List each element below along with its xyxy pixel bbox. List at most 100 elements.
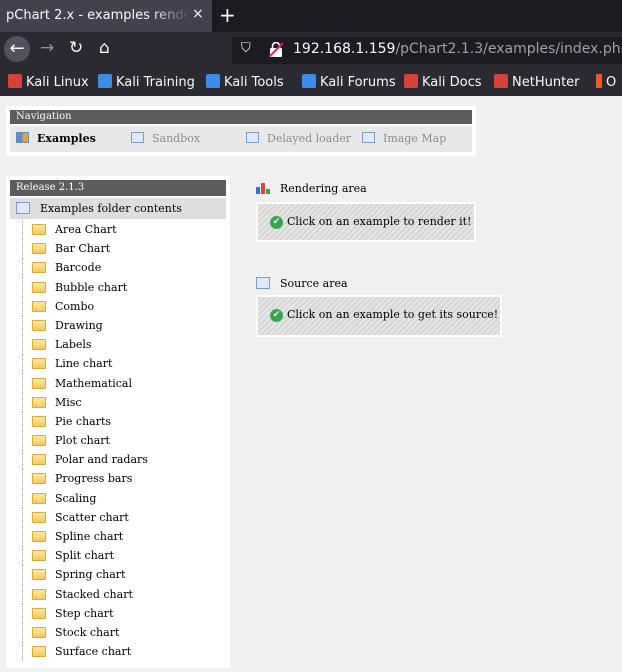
bookmark-kali-training[interactable]: Kali Training <box>98 74 195 90</box>
window-icon <box>362 132 375 143</box>
tree-item-label: Drawing <box>55 318 103 332</box>
new-tab-button[interactable]: + <box>219 3 236 27</box>
tree-item-label: Plot chart <box>55 434 110 448</box>
tree-item-label: Scaling <box>55 491 97 505</box>
rendering-area-label: Rendering area <box>256 182 367 195</box>
kali-forums-icon <box>302 74 316 88</box>
folder-icon <box>32 262 46 274</box>
tree-item-label: Surface chart <box>55 645 132 659</box>
tree-item-label: Bar Chart <box>55 242 111 256</box>
url-text: 192.168.1.159/pChart2.1.3/examples/index… <box>293 41 622 57</box>
tree-item[interactable]: Mathematical <box>10 373 226 393</box>
tree-item[interactable]: Stock chart <box>10 622 226 643</box>
tree-item-label: Progress bars <box>55 472 133 486</box>
folder-icon <box>32 377 46 389</box>
tree-item[interactable]: Misc <box>10 392 226 412</box>
release-header: Release 2.1.3 <box>10 180 226 196</box>
bookmark-kali-docs[interactable]: Kali Docs <box>404 74 482 90</box>
tree-item[interactable]: Drawing <box>10 315 226 336</box>
tree-item[interactable]: Surface chart <box>10 642 226 662</box>
tree-item[interactable]: Split chart <box>10 546 226 566</box>
source-area-label: Source area <box>256 277 348 290</box>
bookmark-kali-forums[interactable]: Kali Forums <box>302 74 396 90</box>
tree-item[interactable]: Area Chart <box>10 220 226 240</box>
tree-item-label: Line chart <box>55 357 113 371</box>
tree-item[interactable]: Plot chart <box>10 431 226 451</box>
bookmark-kali-tools[interactable]: Kali Tools <box>206 74 284 90</box>
folder-icon <box>32 454 46 466</box>
folder-icon <box>32 473 46 485</box>
nav-image-map[interactable]: Image Map <box>362 132 446 145</box>
folder-icon <box>32 626 46 638</box>
bookmarks-toolbar: Kali Linux Kali Training Kali Tools Kali… <box>0 68 622 96</box>
tree-item-label: Scatter chart <box>55 510 129 524</box>
tree-item[interactable]: Spline chart <box>10 527 226 547</box>
kali-dragon-icon <box>8 74 22 88</box>
tree-item[interactable]: Barcode <box>10 258 226 278</box>
folder-icon <box>32 531 46 542</box>
tree-item[interactable]: Line chart <box>10 354 226 374</box>
folder-icon <box>32 588 46 600</box>
tree-item[interactable]: Spring chart <box>10 565 226 585</box>
reload-icon[interactable]: ↻ <box>69 38 83 58</box>
tree-item[interactable]: Scaling <box>10 488 226 508</box>
nethunter-icon <box>494 74 508 88</box>
tab-pchart[interactable]: pChart 2.x - examples rendering × <box>0 0 212 32</box>
release-panel: Release 2.1.3 Examples folder contents A… <box>6 176 230 668</box>
tree-item-label: Split chart <box>55 549 115 563</box>
tree-item-label: Stacked chart <box>55 587 133 601</box>
tree-item[interactable]: Labels <box>10 335 226 355</box>
tree-item[interactable]: Bubble chart <box>10 277 226 297</box>
nav-sandbox[interactable]: Sandbox <box>131 132 200 145</box>
navigation-panel: Navigation Examples Sandbox Delayed load… <box>6 106 476 156</box>
back-arrow-icon[interactable]: ← <box>4 36 30 62</box>
kali-docs-icon <box>404 74 418 88</box>
tree-item[interactable]: Polar and radars <box>10 450 226 470</box>
page-content: Navigation Examples Sandbox Delayed load… <box>0 96 622 672</box>
tree-item-label: Step chart <box>55 606 114 620</box>
insecure-lock-icon[interactable] <box>269 42 283 57</box>
source-area-box: ✔ Click on an example to get its source! <box>256 295 502 337</box>
navigation-header: Navigation <box>10 110 472 124</box>
navigation-row: Examples Sandbox Delayed loader Image Ma… <box>10 126 472 152</box>
tree-item-label: Combo <box>55 299 95 313</box>
bookmark-kali-linux[interactable]: Kali Linux <box>8 74 89 90</box>
tree-item-label: Pie charts <box>55 414 112 428</box>
rendering-message: Click on an example to render it! <box>287 215 472 228</box>
window-icon <box>256 277 270 289</box>
tree-item-label: Spline chart <box>55 530 124 543</box>
tree-item[interactable]: Stacked chart <box>10 584 226 604</box>
tree-item[interactable]: Progress bars <box>10 469 226 489</box>
tree-item-label: Barcode <box>55 261 102 275</box>
tree-item[interactable]: Scatter chart <box>10 507 226 527</box>
folder-icon <box>32 492 46 504</box>
folder-icon <box>32 281 46 293</box>
folder-icon <box>32 243 46 255</box>
folder-icon <box>32 224 46 235</box>
examples-folder-title: Examples folder contents <box>10 198 226 219</box>
tree-item[interactable]: Pie charts <box>10 411 226 432</box>
forward-arrow-icon[interactable]: → <box>40 38 54 58</box>
examples-grid-icon <box>16 132 29 143</box>
tree-item[interactable]: Step chart <box>10 603 226 623</box>
bar-chart-icon <box>256 183 270 194</box>
folder-icon <box>32 550 46 562</box>
tree-item[interactable]: Bar Chart <box>10 239 226 259</box>
bookmark-offsec[interactable]: O <box>596 74 616 90</box>
close-icon[interactable]: × <box>192 6 204 22</box>
nav-examples[interactable]: Examples <box>16 132 96 145</box>
folder-icon <box>32 607 46 619</box>
tree-item-label: Stock chart <box>55 625 120 639</box>
shield-icon[interactable]: ⛉ <box>241 41 251 56</box>
tree-item-label: Mathematical <box>55 376 132 390</box>
home-icon[interactable]: ⌂ <box>99 38 110 58</box>
folder-icon <box>32 319 46 331</box>
kali-training-icon <box>98 74 112 88</box>
tree-item-label: Labels <box>55 338 92 352</box>
offsec-icon <box>596 74 602 88</box>
tab-bar: pChart 2.x - examples rendering × + <box>0 0 622 32</box>
nav-delayed-loader[interactable]: Delayed loader <box>246 132 351 145</box>
tree-item-label: Polar and radars <box>55 453 148 467</box>
tree-item[interactable]: Combo <box>10 296 226 316</box>
bookmark-nethunter[interactable]: NetHunter <box>494 74 580 90</box>
